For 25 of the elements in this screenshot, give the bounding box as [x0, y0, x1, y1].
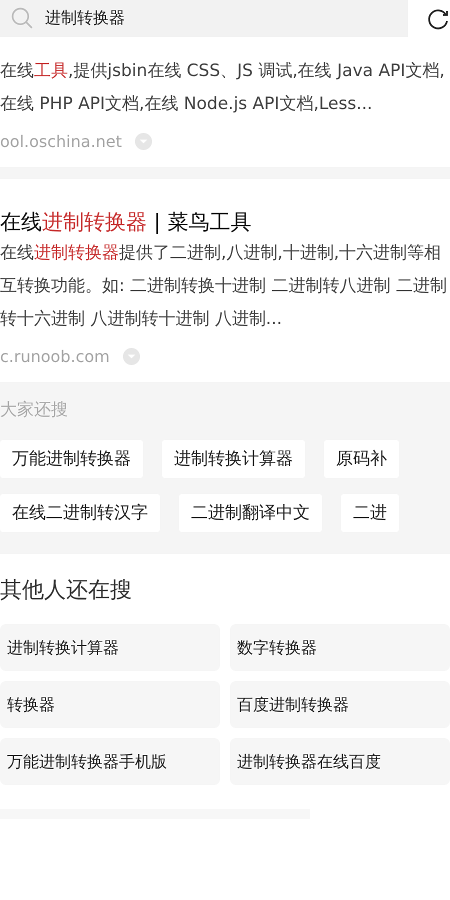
search-chip[interactable]: 万能进制转换器 [0, 440, 143, 478]
search-chip[interactable]: 在线二进制转汉字 [0, 494, 160, 532]
suggestion-item[interactable]: 进制转换器在线百度 [230, 738, 450, 785]
suggestion-item[interactable]: 数字转换器 [230, 624, 450, 671]
section-title: 其他人还在搜 [0, 577, 133, 605]
section-title: 大家还搜 [0, 399, 69, 422]
search-chip[interactable]: 二进制翻译中文 [179, 494, 322, 532]
search-input[interactable]: 进制转换器 [45, 9, 345, 28]
search-icon[interactable] [10, 6, 35, 31]
result-snippet: 在线进制转换器提供了二进制,八进制,十进制,十六进制等相互转换功能。如: 二进制转换十进制 二进制转八进制 二进制转十六进制 八进制转十进制 八进制... [0, 242, 448, 331]
suggestion-item[interactable]: 万能进制转换器手机版 [0, 738, 220, 785]
result-title[interactable]: 在线进制转换器 | 菜鸟工具 [0, 207, 450, 237]
search-chip[interactable]: 二进 [341, 494, 399, 532]
source-url: ool.oschina.net [0, 132, 122, 150]
search-field[interactable]: 进制转换器 [0, 0, 408, 37]
search-chip[interactable]: 进制转换计算器 [162, 440, 305, 478]
dropdown-icon[interactable] [122, 346, 141, 366]
search-chip[interactable]: 原码补 [324, 440, 399, 478]
dropdown-icon[interactable] [134, 132, 153, 150]
result-snippet: 在线工具,提供jsbin在线 CSS、JS 调试,在线 Java API文档,在线 PHP API文档,在线 Node.js API文档,Less... [0, 60, 446, 116]
suggestion-item[interactable]: 百度进制转换器 [230, 681, 450, 728]
suggestion-item[interactable]: 进制转换计算器 [0, 624, 220, 671]
source-url: c.runoob.com [0, 346, 110, 366]
refresh-icon[interactable] [426, 6, 450, 30]
suggestion-item[interactable]: 转换器 [0, 681, 220, 728]
